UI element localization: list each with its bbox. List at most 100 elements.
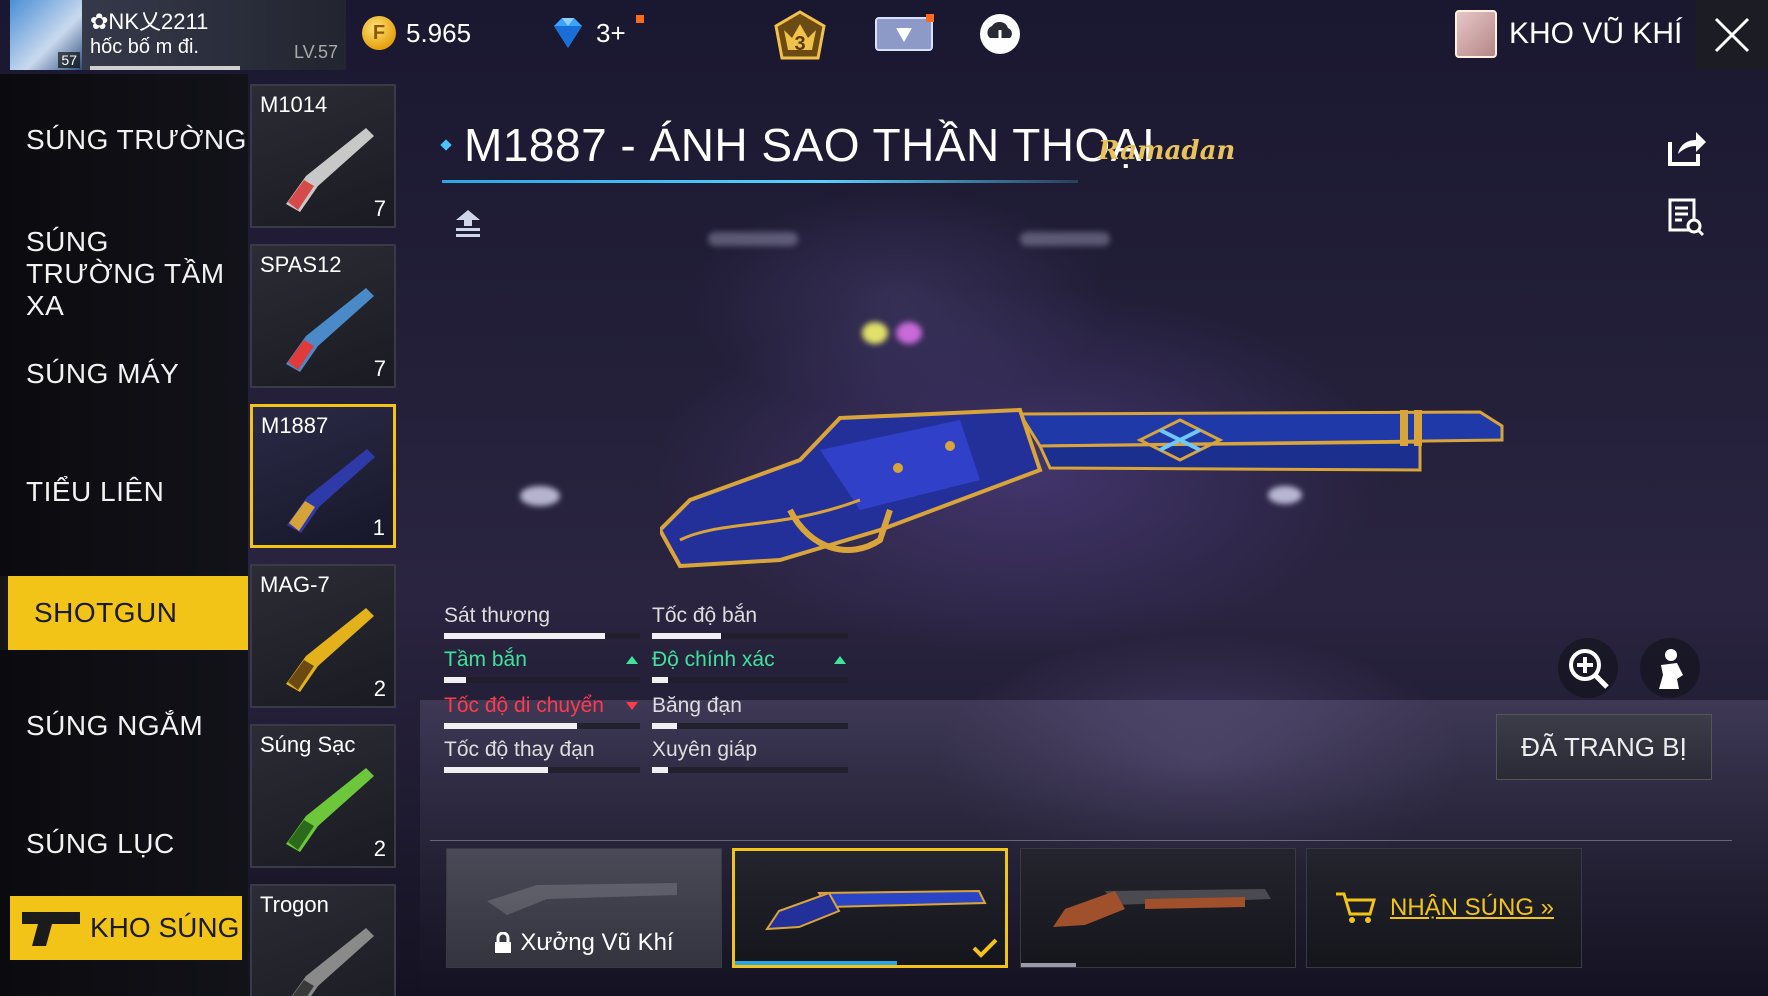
card-icon[interactable]: [874, 14, 934, 54]
skin-slot-default[interactable]: [1020, 848, 1296, 968]
weapon-card[interactable]: M1014 7: [250, 84, 396, 228]
skin-gun-thumbnail: [1053, 889, 1271, 927]
nav-item-label: SÚNG TRƯỜNG TẦM XA: [26, 226, 225, 321]
weapon-3d-model[interactable]: [660, 390, 1512, 620]
nav-item-label: TIỂU LIÊN: [26, 476, 165, 507]
player-avatar[interactable]: 57: [10, 0, 82, 70]
top-bar: 57 ✿NK乂2211 hốc bố m đi. LV.57 F 5.965 3…: [0, 0, 1768, 74]
nav-item-shotgun[interactable]: SHOTGUN: [0, 576, 248, 650]
screen-title-text: KHO VŨ KHÍ: [1509, 17, 1683, 50]
weapon-thumbnail: [286, 768, 374, 852]
zoom-button[interactable]: [1558, 638, 1618, 698]
cart-icon: [1335, 892, 1376, 923]
stat-down-arrow-icon: [626, 702, 638, 710]
weapon-card[interactable]: SPAS12 7: [250, 244, 396, 388]
weapon-card-name: M1887: [261, 413, 329, 438]
weapon-card-count: 7: [373, 196, 386, 221]
weapon-thumbnail: [286, 128, 374, 212]
rank-badge-icon[interactable]: 3: [770, 8, 830, 64]
stat-bar-fill: [652, 677, 668, 683]
stat-label: Độ chính xác: [652, 648, 775, 671]
rank-number: 3: [794, 33, 805, 55]
stat-bar-fill: [444, 677, 466, 683]
close-icon: [1714, 17, 1750, 53]
book-icon: [1455, 10, 1497, 58]
weapon-vault-button[interactable]: KHO SÚNG: [10, 896, 242, 960]
lock-icon: [495, 932, 512, 953]
stat-label: Băng đạn: [652, 694, 742, 717]
weapon-thumbnail: [291, 928, 374, 996]
gold-coin-icon: F: [362, 16, 396, 50]
compare-icon[interactable]: [450, 206, 486, 242]
stat-bar-fill: [444, 633, 605, 639]
stat-label: Tốc độ thay đạn: [444, 738, 595, 761]
weapon-vault-label: KHO SÚNG: [90, 912, 240, 943]
stat-bar: [444, 767, 640, 773]
nav-item-pistol[interactable]: SÚNG LỤC: [0, 828, 248, 860]
stat-bar: [652, 767, 848, 773]
weapon-card-count: 2: [373, 676, 386, 701]
equipped-button[interactable]: ĐÃ TRANG BỊ: [1496, 714, 1712, 780]
player-level: LV.57: [293, 42, 338, 62]
gold-amount: 5.965: [406, 17, 472, 48]
stat-row: Xuyên giáp: [652, 738, 848, 773]
close-button[interactable]: [1696, 0, 1768, 70]
stat-row: Tốc độ di chuyển: [444, 694, 640, 729]
skin-tray-divider: [430, 840, 1732, 841]
stat-bar: [444, 633, 640, 639]
search-list-icon[interactable]: [1666, 196, 1706, 238]
skin-progress-bar: [1021, 963, 1076, 967]
stat-label: Tốc độ di chuyển: [444, 694, 604, 717]
stat-row: Tầm bắn: [444, 648, 640, 683]
skin-slot-workshop[interactable]: Xưởng Vũ Khí: [446, 848, 722, 968]
diamond-amount: 3+: [596, 17, 626, 48]
nav-item-label: SÚNG TRƯỜNG: [26, 124, 247, 155]
weapon-card[interactable]: Súng Sạc 2: [250, 724, 396, 868]
character-icon: [1659, 649, 1683, 689]
skin-slot-selected[interactable]: [732, 848, 1008, 968]
diamond-balance[interactable]: 3+: [550, 15, 644, 50]
equipped-label: ĐÃ TRANG BỊ: [1521, 731, 1687, 762]
character-view-button[interactable]: [1640, 638, 1700, 698]
stat-row: Độ chính xác: [652, 648, 848, 683]
nav-item-sniper[interactable]: SÚNG NGẮM: [0, 710, 248, 742]
share-icon[interactable]: [1664, 128, 1708, 168]
zoom-in-icon: [1569, 649, 1609, 689]
title-underline: [442, 180, 1078, 183]
nav-item-machine-gun[interactable]: SÚNG MÁY: [0, 358, 248, 390]
weapon-card[interactable]: M1887 1: [250, 404, 396, 548]
nav-item-rifle[interactable]: SÚNG TRƯỜNG: [0, 124, 248, 156]
weapon-card[interactable]: Trogon: [250, 884, 396, 996]
weapon-card-count: 7: [373, 356, 386, 381]
stat-row: Sát thương: [444, 604, 640, 639]
weapon-thumbnail: [286, 608, 374, 692]
weapon-card-name: Súng Sạc: [260, 732, 356, 757]
weapon-card[interactable]: MAG-7 2: [250, 564, 396, 708]
screen-title: KHO VŨ KHÍ: [1455, 10, 1682, 58]
nav-item-label: SÚNG MÁY: [26, 358, 180, 389]
get-weapon-label: NHẬN SÚNG »: [1389, 894, 1555, 921]
player-profile[interactable]: 57 ✿NK乂2211 hốc bố m đi. LV.57: [10, 0, 346, 70]
event-tag: Ramadan: [1098, 136, 1236, 166]
nav-item-label: SHOTGUN: [34, 597, 178, 628]
stat-bar: [444, 677, 640, 683]
weapon-card-name: MAG-7: [260, 572, 330, 597]
nav-item-long-range-rifle[interactable]: SÚNG TRƯỜNG TẦM XA: [0, 226, 230, 322]
stat-row: Tốc độ thay đạn: [444, 738, 640, 773]
cloud-download-icon[interactable]: [978, 12, 1022, 56]
weapon-thumbnail: [287, 449, 375, 533]
weapon-title: M1887 - ÁNH SAO THẦN THOẠI: [464, 119, 1156, 171]
stat-row: Băng đạn: [652, 694, 848, 729]
workshop-label-text: Xưởng Vũ Khí: [520, 929, 674, 956]
gold-balance[interactable]: F 5.965: [362, 16, 471, 50]
stage-light: [520, 486, 560, 506]
get-weapon-button[interactable]: NHẬN SÚNG »: [1306, 848, 1582, 968]
stat-bar-fill: [444, 767, 548, 773]
nav-item-smg[interactable]: TIỂU LIÊN: [0, 476, 248, 508]
skin-progress-bar: [735, 961, 897, 965]
stat-label: Sát thương: [444, 604, 551, 627]
stage-light: [708, 232, 798, 246]
title-bullet-icon: [440, 139, 452, 151]
diamond-icon: [554, 18, 582, 48]
stat-bar-fill: [652, 767, 668, 773]
